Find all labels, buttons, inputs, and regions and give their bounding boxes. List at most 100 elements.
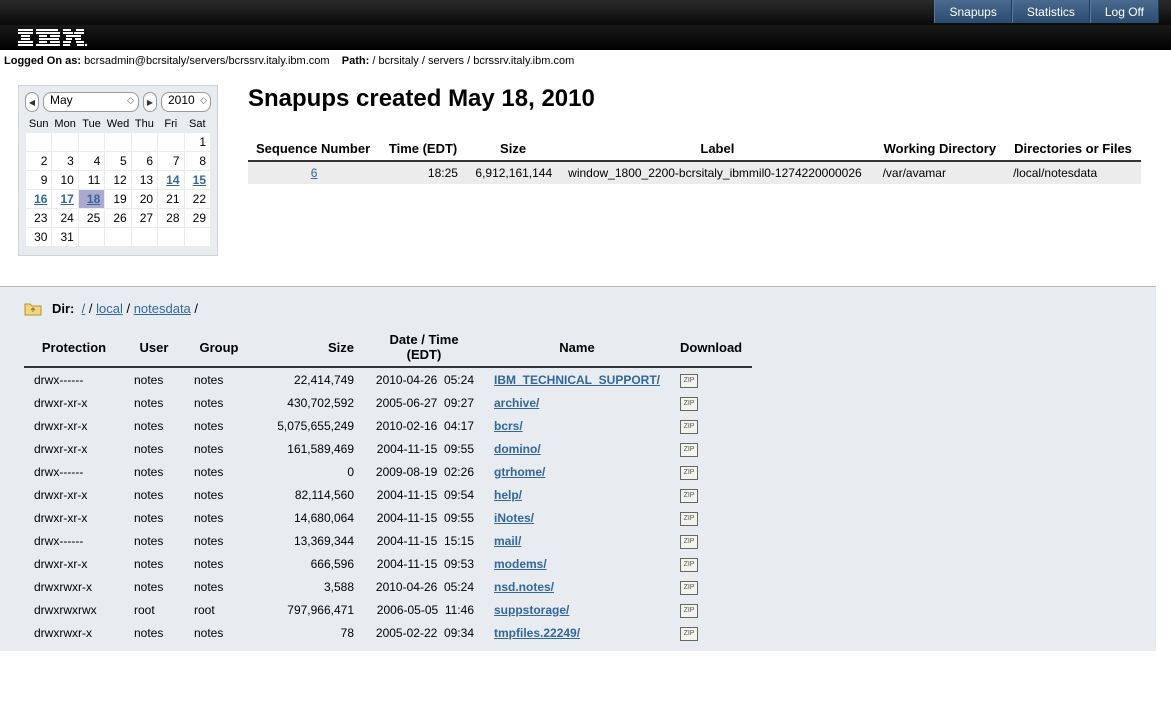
calendar-day[interactable]: 16: [26, 190, 52, 209]
header-size: Size: [254, 328, 364, 367]
header-datetime: Date / Time (EDT): [364, 328, 484, 367]
file-row: drwxrwxrwxrootroot797,966,4712006-05-05 …: [24, 598, 752, 621]
calendar-header: ◀ May ▶ 2010: [25, 92, 211, 112]
file-download[interactable]: [670, 506, 752, 529]
header-user: User: [124, 328, 184, 367]
nav-logoff[interactable]: Log Off: [1090, 0, 1159, 23]
file-date: 2004-11-15 09:55: [364, 437, 484, 460]
breadcrumb-sep: /: [191, 301, 198, 316]
zip-icon[interactable]: [680, 581, 698, 595]
calendar-day: [131, 133, 157, 152]
file-name[interactable]: tmpfiles.22249/: [484, 621, 670, 644]
snapups-table: Sequence Number Time (EDT) Size Label Wo…: [248, 137, 1141, 184]
header-group: Group: [184, 328, 254, 367]
file-download[interactable]: [670, 391, 752, 414]
top-bar: Snapups Statistics Log Off: [0, 0, 1171, 25]
zip-icon[interactable]: [680, 397, 698, 411]
file-size: 14,680,064: [254, 506, 364, 529]
file-group: notes: [184, 460, 254, 483]
file-row: drwx------notesnotes13,369,3442004-11-15…: [24, 529, 752, 552]
calendar-day: 22: [184, 190, 210, 209]
calendar-day[interactable]: 14: [158, 171, 184, 190]
calendar-dayname: Thu: [131, 116, 157, 133]
file-protection: drwx------: [24, 529, 124, 552]
calendar-year-select[interactable]: 2010: [161, 92, 211, 112]
file-name[interactable]: nsd.notes/: [484, 575, 670, 598]
nav-snapups[interactable]: Snapups: [934, 0, 1011, 23]
file-name[interactable]: modems/: [484, 552, 670, 575]
calendar-day: 23: [26, 209, 52, 228]
breadcrumb-sep: /: [123, 301, 134, 316]
file-name[interactable]: domino/: [484, 437, 670, 460]
zip-icon[interactable]: [680, 374, 698, 388]
file-name[interactable]: help/: [484, 483, 670, 506]
file-download[interactable]: [670, 437, 752, 460]
zip-icon[interactable]: [680, 558, 698, 572]
zip-icon[interactable]: [680, 466, 698, 480]
calendar-day: 28: [158, 209, 184, 228]
nav-statistics[interactable]: Statistics: [1012, 0, 1090, 23]
calendar-day: 9: [26, 171, 52, 190]
file-download[interactable]: [670, 367, 752, 391]
file-download[interactable]: [670, 414, 752, 437]
ibm-logo: [18, 29, 88, 49]
file-row: drwxr-xr-xnotesnotes82,114,5602004-11-15…: [24, 483, 752, 506]
header-time: Time (EDT): [380, 137, 466, 161]
file-name[interactable]: gtrhome/: [484, 460, 670, 483]
file-size: 797,966,471: [254, 598, 364, 621]
zip-icon[interactable]: [680, 420, 698, 434]
zip-icon[interactable]: [680, 512, 698, 526]
header-protection: Protection: [24, 328, 124, 367]
file-protection: drwxrwxr-x: [24, 621, 124, 644]
file-download[interactable]: [670, 575, 752, 598]
file-name[interactable]: iNotes/: [484, 506, 670, 529]
breadcrumb-link[interactable]: notesdata: [134, 301, 191, 316]
file-download[interactable]: [670, 552, 752, 575]
file-row: drwxr-xr-xnotesnotes5,075,655,2492010-02…: [24, 414, 752, 437]
file-download[interactable]: [670, 529, 752, 552]
logged-on-value: bcrsadmin@bcrsitaly/servers/bcrssrv.ital…: [84, 55, 329, 67]
file-download[interactable]: [670, 460, 752, 483]
file-name[interactable]: IBM_TECHNICAL_SUPPORT/: [484, 367, 670, 391]
file-name[interactable]: bcrs/: [484, 414, 670, 437]
breadcrumb-sep: /: [85, 301, 96, 316]
file-size: 78: [254, 621, 364, 644]
file-group: notes: [184, 391, 254, 414]
snapups-title: Snapups created May 18, 2010: [248, 85, 1141, 113]
file-download[interactable]: [670, 598, 752, 621]
calendar-prev-month[interactable]: ◀: [25, 92, 39, 112]
snapup-seq[interactable]: 6: [248, 161, 380, 184]
file-download[interactable]: [670, 621, 752, 644]
calendar-day: 6: [131, 152, 157, 171]
file-protection: drwx------: [24, 367, 124, 391]
calendar-day[interactable]: 15: [184, 171, 210, 190]
calendar-day[interactable]: 18: [78, 190, 104, 209]
calendar-next-month[interactable]: ▶: [143, 92, 157, 112]
calendar-month-select[interactable]: May: [43, 92, 139, 112]
zip-icon[interactable]: [680, 627, 698, 641]
calendar-day: [26, 133, 52, 152]
file-name[interactable]: suppstorage/: [484, 598, 670, 621]
calendar-day[interactable]: 17: [52, 190, 78, 209]
calendar-dayname: Sat: [184, 116, 210, 133]
breadcrumb-link[interactable]: local: [96, 301, 123, 316]
file-name[interactable]: mail/: [484, 529, 670, 552]
zip-icon[interactable]: [680, 604, 698, 618]
file-download[interactable]: [670, 483, 752, 506]
file-size: 82,114,560: [254, 483, 364, 506]
calendar-day: [78, 228, 104, 247]
zip-icon[interactable]: [680, 535, 698, 549]
file-browser[interactable]: Dir: / / local / notesdata / Protection …: [0, 286, 1156, 651]
dir-label: Dir:: [52, 301, 74, 316]
zip-icon[interactable]: [680, 489, 698, 503]
file-name[interactable]: archive/: [484, 391, 670, 414]
file-user: notes: [124, 529, 184, 552]
folder-up-icon[interactable]: [24, 302, 42, 316]
zip-icon[interactable]: [680, 443, 698, 457]
header-seq: Sequence Number: [248, 137, 380, 161]
file-date: 2005-06-27 09:27: [364, 391, 484, 414]
calendar-day: 2: [26, 152, 52, 171]
calendar-day: [105, 133, 131, 152]
logged-on-label: Logged On as:: [4, 55, 81, 67]
file-size: 666,596: [254, 552, 364, 575]
